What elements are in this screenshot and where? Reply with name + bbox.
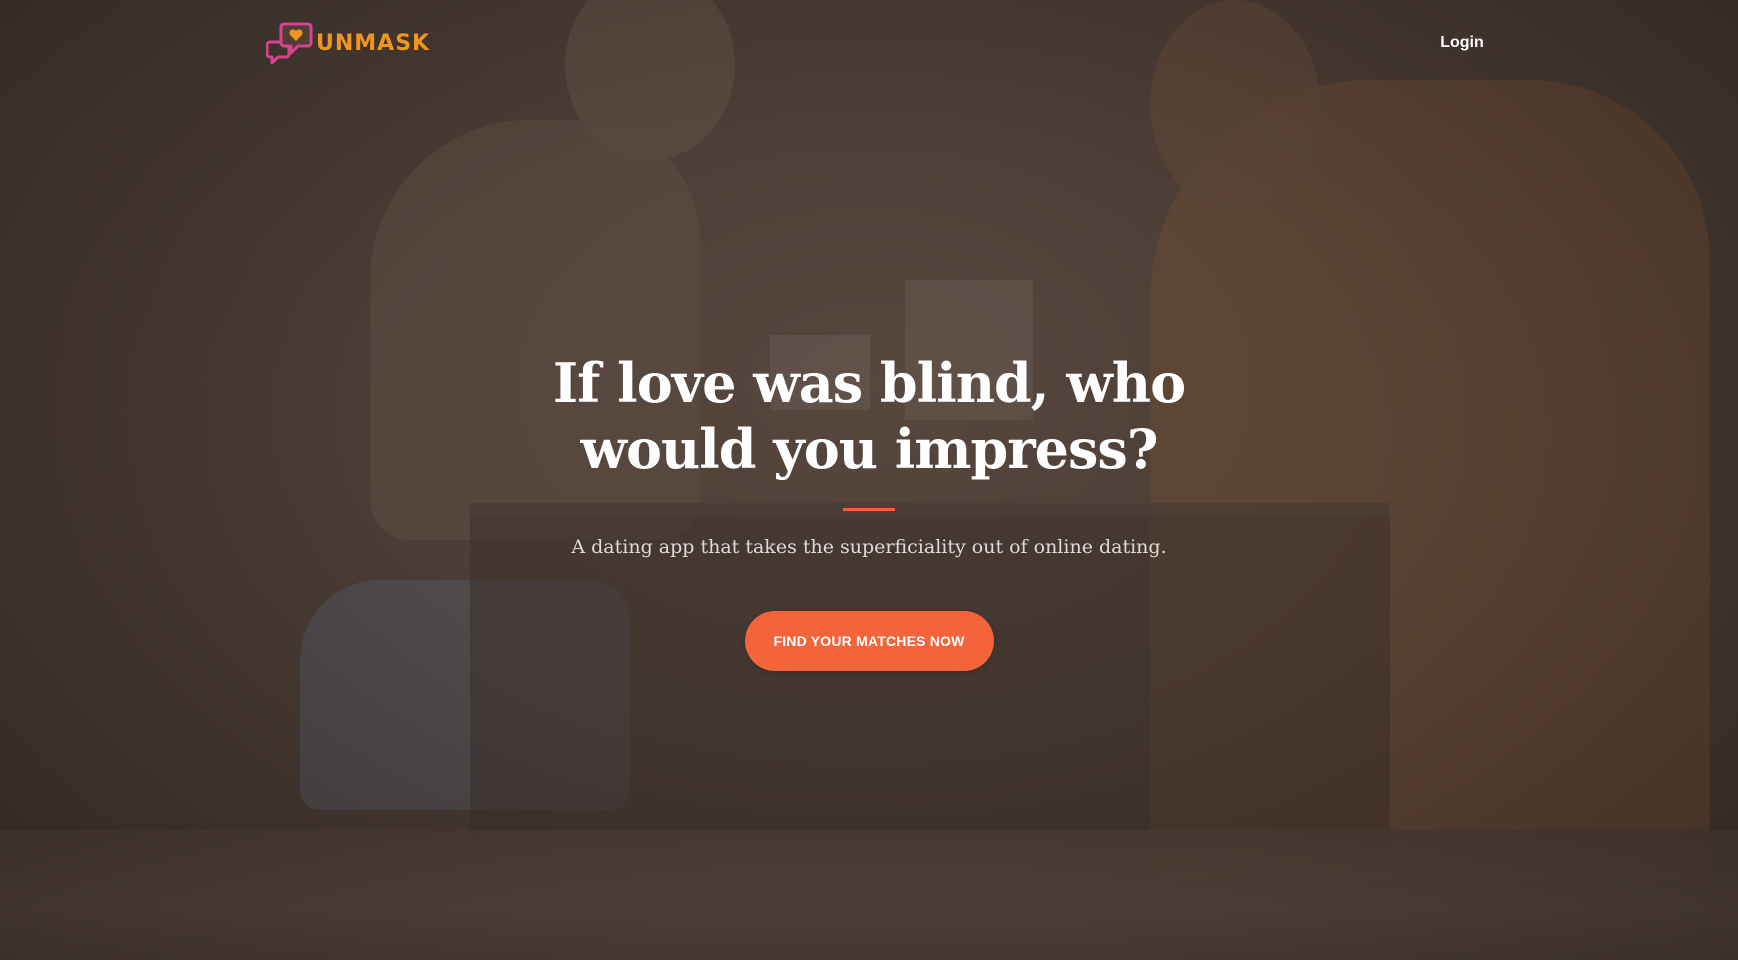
- hero-headline: If love was blind, who would you impress…: [552, 351, 1186, 481]
- background-photo-floor: [0, 830, 1738, 960]
- hero-section: UNMASK Login If love was blind, who woul…: [0, 0, 1738, 960]
- chat-bubbles-heart-icon: [266, 22, 313, 65]
- logo-link[interactable]: UNMASK: [266, 20, 430, 68]
- top-navbar: UNMASK Login: [0, 0, 1738, 90]
- hero-subtitle: A dating app that takes the superficiali…: [571, 536, 1167, 558]
- find-matches-button[interactable]: FIND YOUR MATCHES NOW: [744, 611, 994, 671]
- headline-divider: [843, 508, 895, 511]
- login-link[interactable]: Login: [1430, 30, 1494, 56]
- logo-wordmark: UNMASK: [316, 31, 431, 56]
- hero-content: If love was blind, who would you impress…: [0, 350, 1738, 671]
